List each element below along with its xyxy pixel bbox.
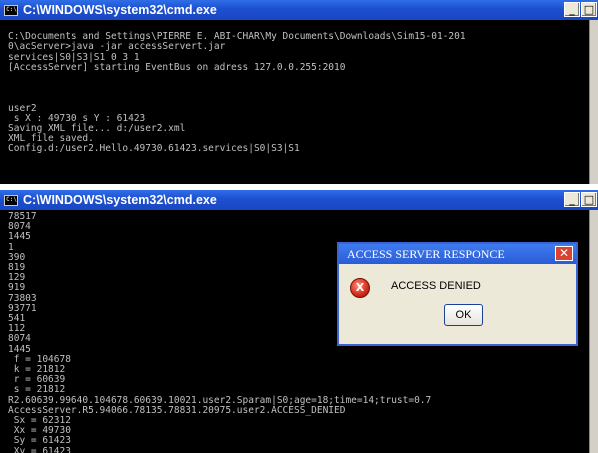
console-line: r = 60639 [8,374,66,386]
dialog-title: ACCESS SERVER RESPONCE [347,246,505,261]
minimize-button[interactable]: _ [564,192,580,207]
top-scrollbar[interactable] [589,20,598,184]
console-line: Xy = 61423 [8,445,71,453]
console-line: 78517 [8,212,37,222]
bottom-window-title: C:\WINDOWS\system32\cmd.exe [23,193,217,207]
bottom-scrollbar[interactable] [589,210,598,453]
cmd-icon: C:\ [4,194,18,206]
console-line: [AccessServer] starting EventBus on adre… [8,61,346,73]
minimize-button[interactable]: _ [564,2,580,17]
top-window-titlebar[interactable]: C:\ C:\WINDOWS\system32\cmd.exe _ □ [0,0,598,20]
console-line: 1445 [8,343,31,355]
access-server-dialog: ACCESS SERVER RESPONCE ✕ X ACCESS DENIED… [337,242,578,346]
dialog-titlebar[interactable]: ACCESS SERVER RESPONCE ✕ [339,244,576,264]
top-console-output[interactable]: C:\Documents and Settings\PIERRE E. ABI-… [8,22,588,184]
top-console-window: C:\ C:\WINDOWS\system32\cmd.exe _ □ C:\D… [0,0,598,184]
console-line: Sx = 62312 [8,415,71,427]
bottom-window-titlebar[interactable]: C:\ C:\WINDOWS\system32\cmd.exe _ □ [0,190,598,210]
console-line: Sy = 61423 [8,435,71,447]
top-window-title: C:\WINDOWS\system32\cmd.exe [23,3,217,17]
console-line: Saving XML file... d:/user2.xml [8,123,186,135]
dialog-message: ACCESS DENIED [391,280,481,292]
ok-button[interactable]: OK [444,304,483,326]
maximize-button[interactable]: □ [581,2,597,17]
close-button[interactable]: ✕ [555,246,573,261]
maximize-button[interactable]: □ [581,192,597,207]
console-line: f = 104678 [8,353,71,365]
cmd-icon: C:\ [4,4,18,16]
console-line: AccessServer.R5.94066.78135.78831.20975.… [8,404,346,416]
console-line: 8074 [8,221,31,233]
console-line: Xx = 49730 [8,425,71,437]
error-icon: X [350,278,370,298]
console-line: k = 21812 [8,364,66,376]
console-line: Config.d:/user2.Hello.49730.61423.servic… [8,143,300,155]
